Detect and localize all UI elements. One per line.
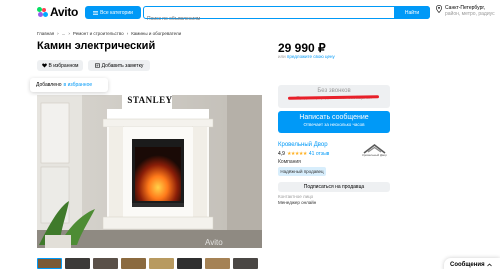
- page-title: Камин электрический: [37, 40, 156, 52]
- thumbnail[interactable]: [177, 258, 202, 269]
- search-box: [143, 6, 430, 25]
- breadcrumb-ellipsis[interactable]: ...: [62, 31, 66, 36]
- seller-rating: 4,9 ★★★★★ 41 отзыв: [278, 151, 329, 157]
- thumbnail[interactable]: [93, 258, 118, 269]
- seller-type: Компания: [278, 159, 301, 165]
- reviews-link[interactable]: 41 отзыв: [309, 151, 329, 157]
- breadcrumb-home[interactable]: Главная: [37, 31, 54, 36]
- listing-page: Avito Все категории Найти Санкт-Петербур…: [0, 0, 500, 269]
- heart-icon: [41, 63, 47, 68]
- seller-logo-text: Кровельный Двор: [362, 153, 387, 157]
- breadcrumb: Главная › ... › Ремонт и строительство ›…: [37, 31, 181, 36]
- add-note-label: Добавить заметку: [101, 62, 144, 69]
- main-photo[interactable]: Avito STANLEY: [37, 95, 262, 248]
- fireplace-image: Avito: [37, 95, 262, 248]
- search-input[interactable]: [144, 13, 384, 25]
- search-button-label: Найти: [404, 9, 420, 16]
- subscribe-label: Подписаться на продавца: [303, 184, 365, 190]
- toast-favorites-link[interactable]: в избранное: [64, 82, 93, 88]
- write-message-button[interactable]: Написать сообщение Отвечает за несколько…: [278, 111, 390, 133]
- thumbnail[interactable]: [233, 258, 258, 269]
- watermark-text: Avito: [205, 238, 223, 247]
- breadcrumb-fireplaces[interactable]: Камины и обогреватели: [131, 31, 181, 36]
- favorite-button[interactable]: В избранном: [37, 60, 83, 71]
- rating-value: 4,9: [278, 151, 285, 157]
- thumbnail[interactable]: [121, 258, 146, 269]
- price-offer-prefix: или: [278, 54, 286, 59]
- contact-person-name: Менеджер онлайн: [278, 200, 317, 205]
- reliable-seller-badge: Надёжный продавец: [278, 167, 326, 176]
- thumbnail[interactable]: [149, 258, 174, 269]
- messages-label: Сообщения: [450, 262, 485, 268]
- categories-label: Все категории: [100, 9, 133, 16]
- breadcrumb-separator: ›: [68, 31, 70, 36]
- no-calls-title: Без звонков: [317, 88, 351, 94]
- thumbnail[interactable]: [205, 258, 230, 269]
- price-offer: или предложите свою цену: [278, 54, 335, 59]
- breadcrumb-repair[interactable]: Ремонт и строительство: [73, 31, 124, 36]
- avito-logo[interactable]: Avito: [37, 5, 78, 19]
- location-pin-icon: [436, 5, 442, 13]
- breadcrumb-separator: ›: [126, 31, 129, 36]
- chevron-up-icon: [486, 263, 492, 267]
- menu-icon: [93, 10, 99, 15]
- toast-text: Добавлено: [36, 82, 62, 88]
- location-text: Санкт-Петербург, район, метро, радиус: [445, 5, 495, 17]
- rating-stars-icon: ★★★★★: [286, 151, 307, 157]
- seller-logo-icon: [363, 143, 386, 154]
- price: 29 990 ₽: [278, 41, 326, 55]
- write-message-label: Написать сообщение: [299, 114, 369, 121]
- favorite-label: В избранном: [48, 62, 79, 69]
- reply-time: Отвечает за несколько часов: [303, 122, 365, 127]
- favorite-toast: Добавлено в избранное: [30, 78, 108, 92]
- logo-text: Avito: [50, 5, 79, 19]
- location-selector[interactable]: Санкт-Петербург, район, метро, радиус: [436, 5, 495, 17]
- add-note-button[interactable]: Добавить заметку: [88, 60, 150, 71]
- thumbnail[interactable]: [37, 258, 62, 269]
- seller-name[interactable]: Кровельный Двор: [278, 142, 328, 148]
- note-icon: [94, 63, 100, 68]
- location-hint: район, метро, радиус: [445, 11, 495, 17]
- thumbnail[interactable]: [65, 258, 90, 269]
- contact-person-label: Контактное лицо: [278, 194, 314, 199]
- search-button[interactable]: Найти: [394, 6, 430, 19]
- avito-logo-icon: [37, 6, 48, 18]
- messages-button[interactable]: Сообщения: [444, 258, 500, 269]
- offer-price-link[interactable]: предложите свою цену: [287, 54, 335, 59]
- top-header: Avito Все категории Найти Санкт-Петербур…: [0, 0, 500, 26]
- photo-caption: STANLEY: [127, 95, 173, 105]
- categories-button[interactable]: Все категории: [85, 6, 141, 19]
- thumbnail-strip: [37, 258, 262, 269]
- breadcrumb-separator: ›: [57, 31, 59, 36]
- seller-logo[interactable]: Кровельный Двор: [362, 142, 387, 161]
- subscribe-button[interactable]: Подписаться на продавца: [278, 182, 390, 192]
